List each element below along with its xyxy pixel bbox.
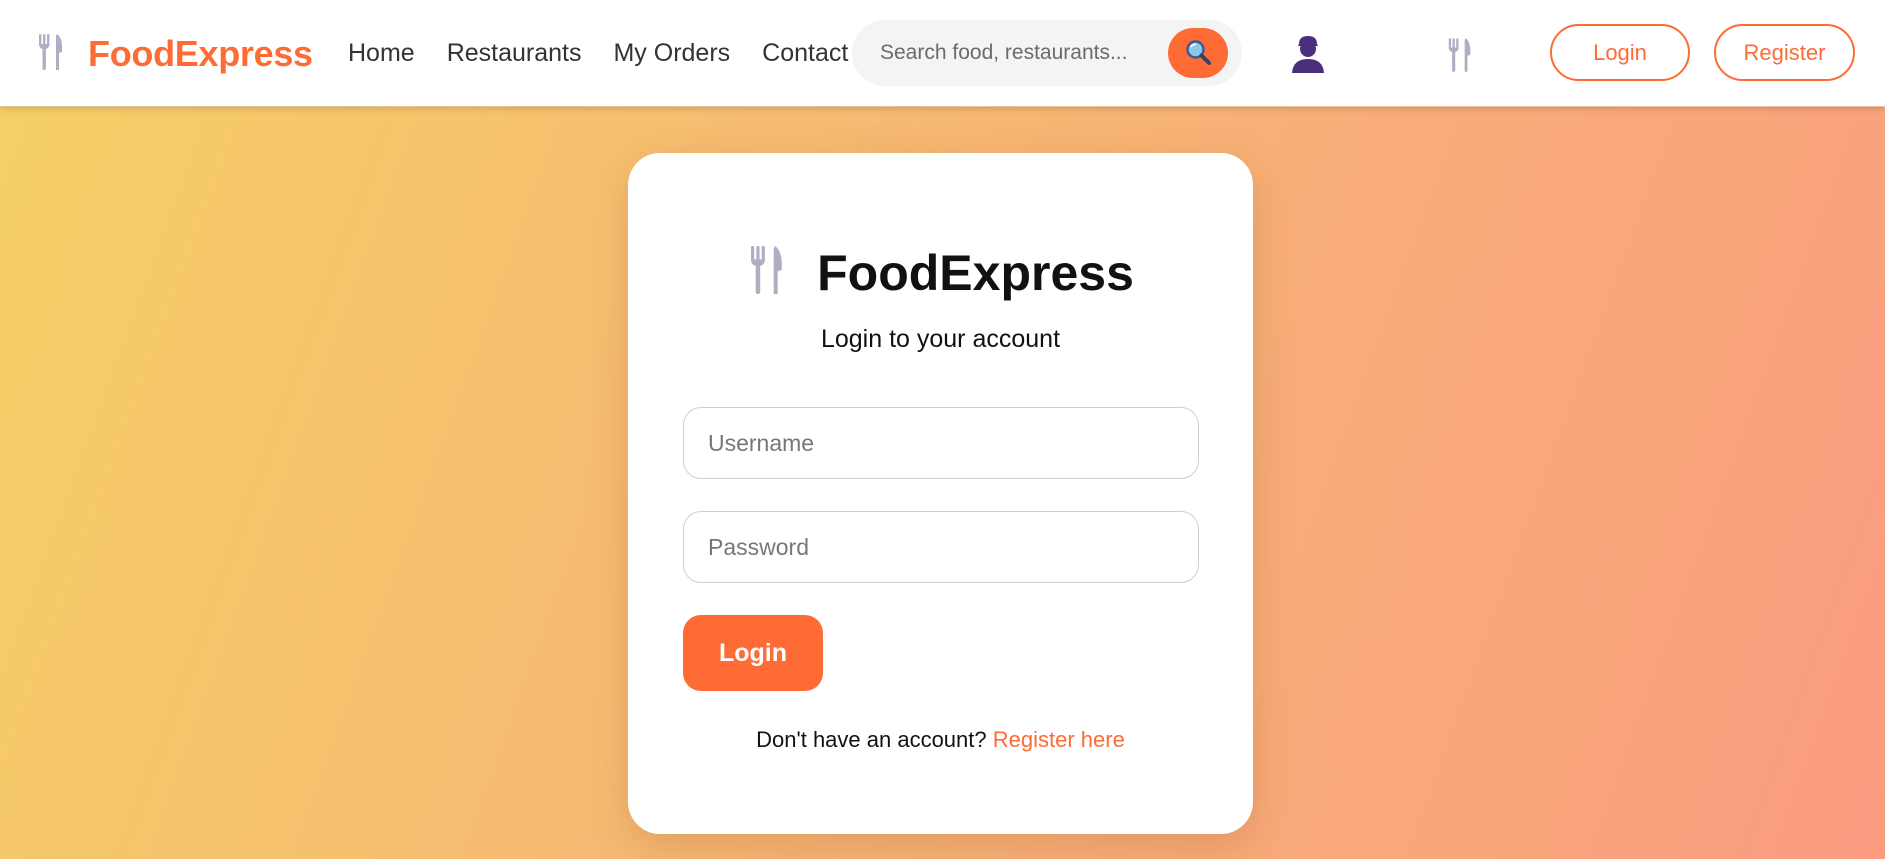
top-navbar: FoodExpress Home Restaurants My Orders C… <box>0 0 1885 107</box>
nav-link-home[interactable]: Home <box>348 34 415 72</box>
nav-link-my-orders[interactable]: My Orders <box>613 34 730 72</box>
fork-and-knife-icon <box>36 32 66 77</box>
nav-link-contact[interactable]: Contact <box>762 34 848 72</box>
username-field[interactable] <box>683 407 1199 479</box>
login-card: FoodExpress Login to your account Login … <box>628 153 1253 834</box>
magnifying-glass-icon <box>1184 38 1212 69</box>
register-button[interactable]: Register <box>1714 24 1855 81</box>
search-button[interactable] <box>1168 28 1228 78</box>
register-here-link[interactable]: Register here <box>993 727 1125 752</box>
user-silhouette-icon[interactable] <box>1290 34 1326 79</box>
register-prompt-text: Don't have an account? <box>756 727 987 752</box>
password-field[interactable] <box>683 511 1199 583</box>
search-bar <box>852 20 1242 86</box>
register-prompt: Don't have an account? Register here <box>628 727 1253 753</box>
nav-link-restaurants[interactable]: Restaurants <box>447 34 582 72</box>
card-header: FoodExpress <box>628 243 1253 302</box>
brand-name: FoodExpress <box>88 33 313 74</box>
login-button[interactable]: Login <box>1550 24 1690 81</box>
search-input[interactable] <box>880 41 1150 65</box>
fork-and-knife-icon <box>1446 36 1474 79</box>
brand-logo[interactable]: FoodExpress <box>36 30 313 78</box>
login-submit-button[interactable]: Login <box>683 615 823 691</box>
card-subtitle: Login to your account <box>820 325 1061 353</box>
main-nav: Home Restaurants My Orders Contact <box>348 34 848 72</box>
card-title: FoodExpress <box>817 244 1134 301</box>
fork-and-knife-icon <box>747 243 787 302</box>
